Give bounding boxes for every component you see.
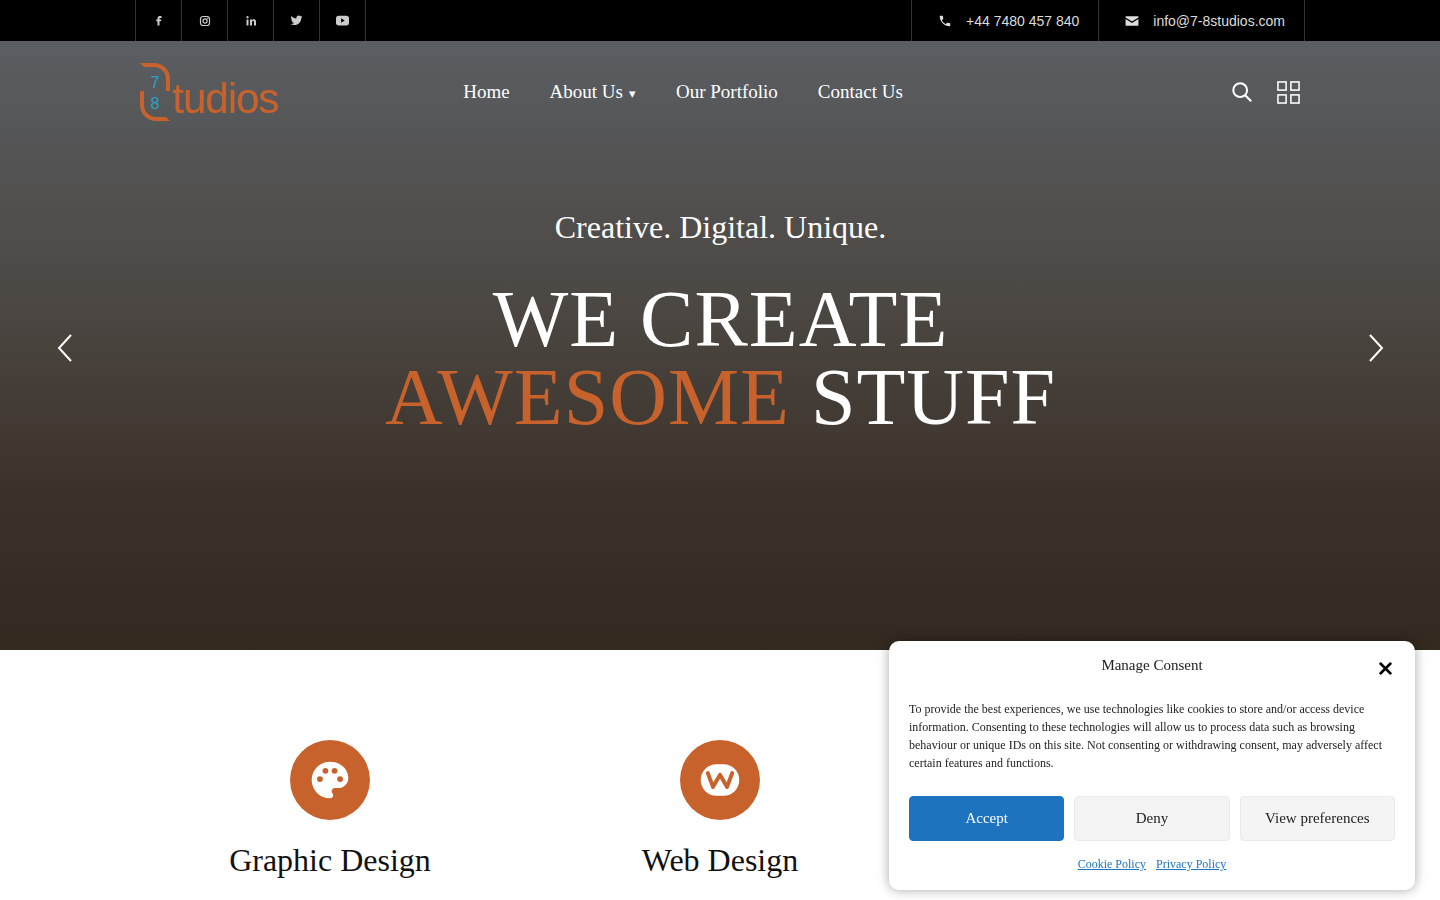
consent-button[interactable]: View preferences bbox=[1240, 796, 1395, 841]
hero-tagline: Creative. Digital. Unique. bbox=[385, 204, 1056, 250]
phone-link[interactable]: +44 7480 457 840 bbox=[911, 0, 1098, 41]
social-links bbox=[135, 0, 366, 41]
logo[interactable]: 78tudios bbox=[140, 63, 290, 121]
palette-icon bbox=[290, 740, 370, 820]
hero-slider: 78tudios Home About Us▾ Our Portfolio Contac… bbox=[0, 41, 1440, 650]
nav-item[interactable]: Contact Us bbox=[818, 81, 903, 103]
next-slide-icon[interactable] bbox=[1368, 333, 1384, 363]
phone-icon bbox=[938, 14, 952, 28]
main-nav: Home About Us▾ Our Portfolio Contact Us bbox=[463, 81, 903, 103]
email-link[interactable]: info@7-8studios.com bbox=[1098, 0, 1305, 41]
facebook-icon[interactable] bbox=[136, 0, 182, 41]
grid-menu-icon[interactable] bbox=[1277, 81, 1300, 104]
logo-mark: 78 bbox=[140, 63, 170, 121]
web-icon bbox=[680, 740, 760, 820]
service-card: Web Design bbox=[525, 740, 915, 879]
nav-item[interactable]: Home bbox=[463, 81, 509, 103]
hero-headline: WE CREATEAWESOME STUFF bbox=[385, 280, 1056, 436]
consent-dialog: Manage Consent To provide the best experi… bbox=[889, 641, 1415, 890]
hero-text: Creative. Digital. Unique. WE CREATEAWESO… bbox=[385, 124, 1056, 436]
site-header: 78tudios Home About Us▾ Our Portfolio Contac… bbox=[135, 41, 1305, 124]
policy-link[interactable]: Privacy Policy bbox=[1156, 857, 1226, 872]
youtube-icon[interactable] bbox=[320, 0, 366, 41]
top-bar: +44 7480 457 840info@7-8studios.com bbox=[0, 0, 1440, 41]
consent-button[interactable]: Deny bbox=[1074, 796, 1229, 841]
nav-item[interactable]: Our Portfolio bbox=[676, 81, 778, 103]
consent-title: Manage Consent bbox=[1101, 657, 1202, 674]
consent-text: To provide the best experiences, we use … bbox=[909, 700, 1395, 772]
service-card: Graphic Design bbox=[135, 740, 525, 879]
page: +44 7480 457 840info@7-8studios.com78tud… bbox=[0, 0, 1440, 900]
envelope-icon bbox=[1125, 15, 1139, 27]
search-icon[interactable] bbox=[1231, 81, 1253, 103]
instagram-icon[interactable] bbox=[182, 0, 228, 41]
twitter-icon[interactable] bbox=[274, 0, 320, 41]
consent-button[interactable]: Accept bbox=[909, 796, 1064, 841]
close-icon[interactable] bbox=[1378, 661, 1393, 676]
policy-link[interactable]: Cookie Policy bbox=[1078, 857, 1146, 872]
contact-info: +44 7480 457 840info@7-8studios.com bbox=[911, 0, 1305, 41]
linkedin-icon[interactable] bbox=[228, 0, 274, 41]
nav-item[interactable]: About Us▾ bbox=[550, 81, 636, 103]
prev-slide-icon[interactable] bbox=[57, 333, 73, 363]
